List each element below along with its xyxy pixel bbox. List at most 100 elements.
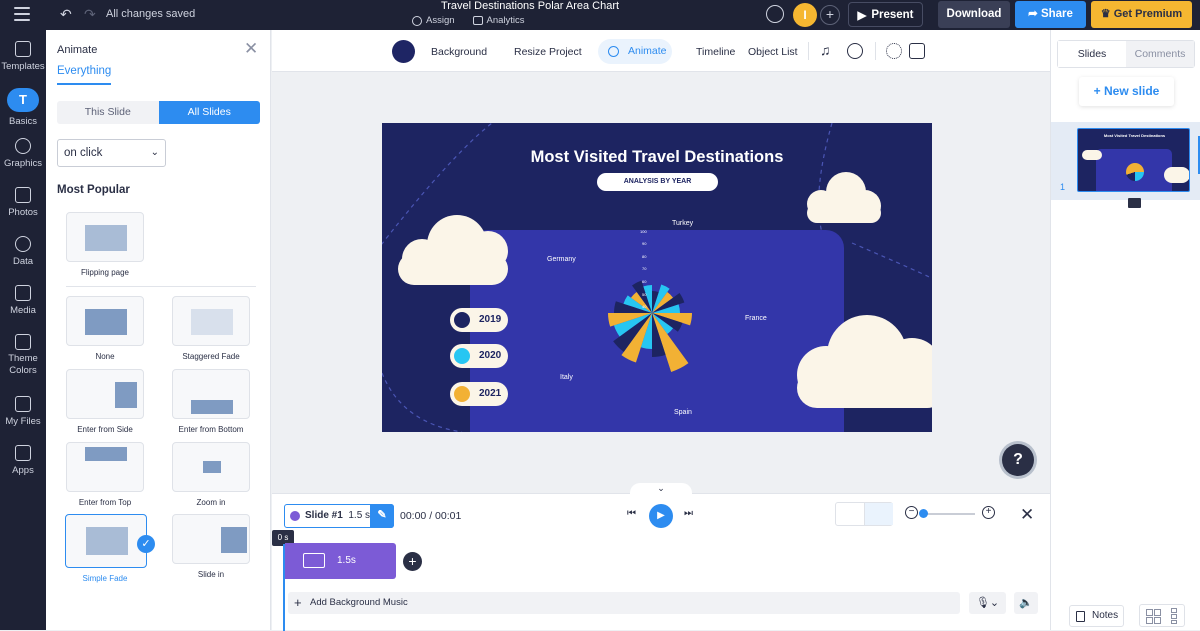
timeline-view-icon[interactable]: [865, 503, 893, 525]
rail-label: Templates: [1, 61, 45, 72]
slide-timeline-block[interactable]: 1.5s: [285, 543, 396, 579]
effect-enter-from-side[interactable]: Enter from Side: [65, 369, 145, 434]
background-color-swatch[interactable]: [392, 40, 415, 63]
music-note-icon[interactable]: ♫: [820, 42, 831, 58]
effect-label: Zoom in: [196, 498, 226, 507]
rail-label: Data: [12, 256, 34, 267]
animate-button[interactable]: Animate: [598, 39, 672, 64]
rail-item-data[interactable]: Data: [0, 236, 46, 267]
theme-colors-icon: [15, 334, 31, 350]
panel-title: Animate: [57, 44, 98, 56]
share-button[interactable]: ➦ Share: [1015, 1, 1086, 28]
microphone-icon[interactable]: 🎙⌄: [969, 592, 1006, 614]
this-slide-button[interactable]: This Slide: [57, 101, 159, 124]
timeline-button[interactable]: Timeline: [696, 46, 735, 58]
timer-icon[interactable]: [847, 43, 863, 59]
rail-item-templates[interactable]: Templates: [0, 41, 46, 72]
help-button[interactable]: ?: [1002, 444, 1034, 476]
preview-icon[interactable]: [909, 43, 925, 59]
rail-item-photos[interactable]: Photos: [0, 187, 46, 218]
comments-icon[interactable]: [766, 5, 784, 23]
edit-pencil-icon[interactable]: ✎: [370, 503, 394, 528]
rail-item-media[interactable]: Media: [0, 285, 46, 316]
chevron-down-icon: ⌄: [150, 147, 159, 158]
effect-enter-from-top[interactable]: Enter from Top: [65, 442, 145, 507]
settings-gear-icon[interactable]: [886, 43, 902, 59]
slide-chip[interactable]: Slide #1 1.5 s ✎: [284, 503, 394, 528]
label-germany: Germany: [547, 256, 576, 263]
tab-comments[interactable]: Comments: [1126, 41, 1194, 67]
user-avatar[interactable]: I: [793, 3, 817, 27]
photos-icon: [15, 187, 31, 203]
label-spain: Spain: [674, 409, 692, 416]
rail-item-basics[interactable]: T Basics: [0, 88, 46, 127]
download-button[interactable]: Download: [938, 1, 1010, 28]
assign-link[interactable]: Assign: [412, 15, 455, 26]
next-icon[interactable]: ⏭: [684, 508, 693, 519]
background-button[interactable]: Background: [431, 46, 487, 58]
animate-icon: [608, 46, 619, 57]
slide-canvas[interactable]: Most Visited Travel Destinations ANALYSI…: [382, 123, 932, 432]
collapse-timeline-chevron-icon[interactable]: ⌄: [630, 483, 692, 495]
tab-slides[interactable]: Slides: [1058, 41, 1126, 67]
document-title[interactable]: Travel Destinations Polar Area Chart: [340, 0, 720, 12]
effect-zoom-in[interactable]: Zoom in: [171, 442, 251, 507]
animate-label: Animate: [628, 45, 667, 57]
effect-staggered-fade[interactable]: Staggered Fade: [171, 296, 251, 361]
add-collaborator-icon[interactable]: +: [820, 5, 840, 25]
scale-tick: 60: [642, 279, 647, 284]
slide-thumbnail-item[interactable]: 1 Most Visited Travel Destinations: [1051, 122, 1200, 208]
close-timeline-icon[interactable]: ✕: [1020, 505, 1034, 525]
play-button[interactable]: ▶: [649, 504, 673, 528]
all-slides-button[interactable]: All Slides: [158, 101, 260, 124]
rail-item-apps[interactable]: Apps: [0, 445, 46, 476]
slide-color-dot: [290, 511, 300, 521]
zoom-out-icon[interactable]: −: [905, 506, 918, 519]
zoom-track: [921, 513, 975, 515]
trigger-value: on click: [64, 147, 103, 159]
object-list-button[interactable]: Object List: [748, 46, 798, 58]
tab-everything[interactable]: Everything: [57, 65, 112, 85]
trigger-select[interactable]: on click ⌄: [57, 139, 166, 167]
volume-icon[interactable]: 🔈: [1014, 592, 1038, 614]
effect-none[interactable]: None: [65, 296, 145, 361]
graphics-icon: [15, 138, 31, 154]
present-button[interactable]: ▶ Present: [848, 2, 923, 27]
slide-thumbnail: Most Visited Travel Destinations: [1077, 128, 1190, 192]
slide-duration: 1.5 s: [348, 510, 371, 521]
title-actions: Assign Analytics: [412, 15, 525, 26]
previous-icon[interactable]: ⏮: [627, 508, 636, 519]
rail-item-my-files[interactable]: My Files: [0, 396, 46, 427]
scale-tick: 100: [640, 229, 647, 234]
notes-button[interactable]: Notes: [1069, 605, 1124, 627]
zoom-in-icon[interactable]: +: [982, 506, 995, 519]
playback-time: 00:00 / 00:01: [400, 510, 462, 522]
redo-icon[interactable]: ↷: [84, 6, 96, 23]
grid-view-toggle[interactable]: [1139, 604, 1185, 627]
get-premium-button[interactable]: ♛ Get Premium: [1091, 1, 1192, 28]
legend-swatch: [454, 348, 470, 364]
assign-label: Assign: [426, 15, 455, 26]
rail-item-graphics[interactable]: Graphics: [0, 138, 46, 169]
rail-item-theme-colors[interactable]: Theme Colors: [0, 334, 46, 377]
new-slide-button[interactable]: + New slide: [1079, 77, 1174, 106]
undo-icon[interactable]: ↶: [60, 6, 72, 23]
zoom-knob[interactable]: [919, 509, 928, 518]
effect-slide-in[interactable]: Slide in: [171, 514, 251, 579]
transition-icon[interactable]: [1128, 198, 1141, 208]
effect-flipping-page[interactable]: Flipping page: [65, 212, 145, 277]
effect-simple-fade[interactable]: Simple Fade: [65, 514, 147, 583]
section-heading: Most Popular: [57, 184, 130, 196]
effect-enter-from-bottom[interactable]: Enter from Bottom: [171, 369, 251, 434]
view-toggle: [835, 502, 893, 526]
effect-thumbnail: [172, 514, 250, 564]
add-background-music-button[interactable]: + Add Background Music: [288, 592, 960, 614]
analytics-link[interactable]: Analytics: [472, 15, 525, 26]
effect-label: Enter from Side: [77, 425, 133, 434]
hamburger-menu-icon[interactable]: [14, 7, 30, 21]
close-icon[interactable]: ✕: [244, 39, 258, 59]
resize-project-button[interactable]: Resize Project: [514, 46, 582, 58]
zoom-slider[interactable]: − +: [905, 506, 995, 520]
single-view-icon[interactable]: [836, 503, 865, 525]
add-slide-plus-icon[interactable]: +: [403, 552, 422, 571]
